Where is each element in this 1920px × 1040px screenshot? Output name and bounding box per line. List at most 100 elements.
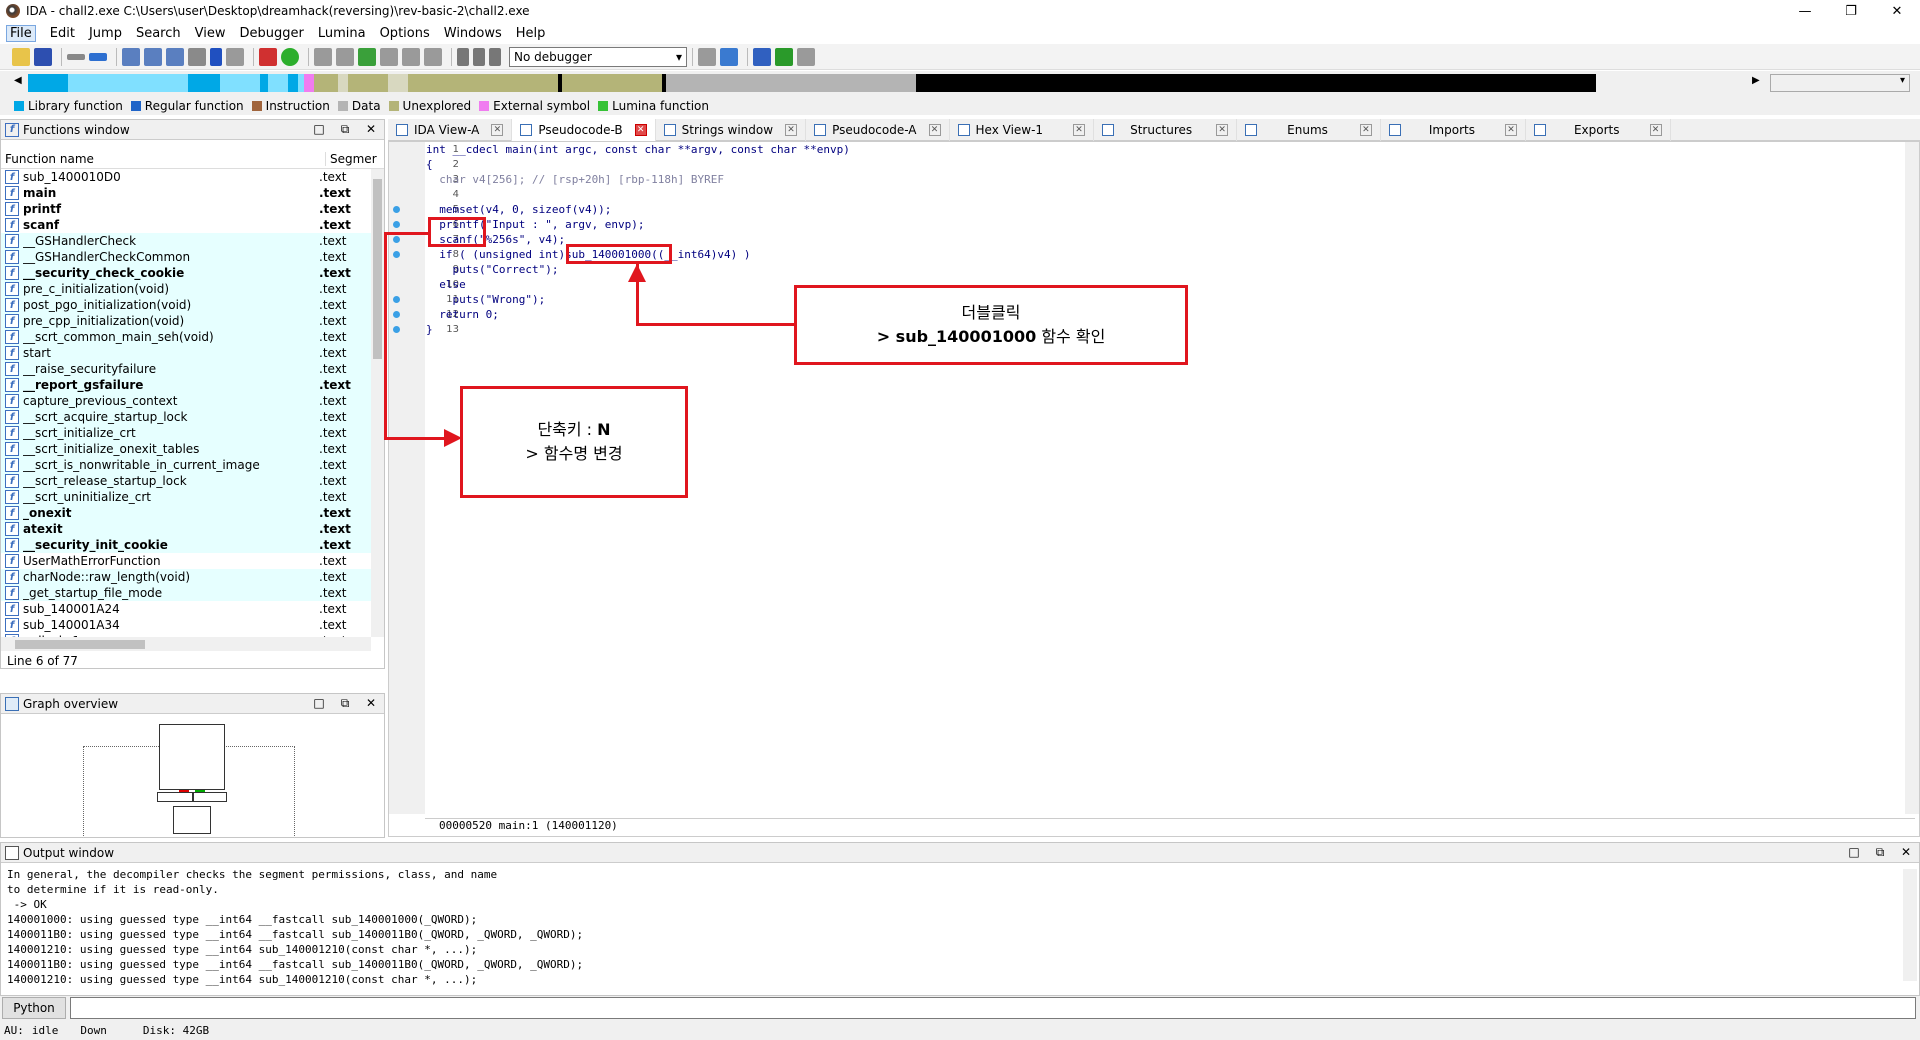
code-line[interactable]: { xyxy=(426,157,1326,172)
panel-close-button[interactable]: ✕ xyxy=(358,696,384,711)
debugger-select[interactable]: No debugger ▾ xyxy=(509,46,687,67)
patch-icon[interactable] xyxy=(380,47,398,66)
segment-icon[interactable] xyxy=(402,47,420,66)
breakpoint-dot-icon[interactable] xyxy=(393,236,400,243)
panel-restore-button[interactable]: □ xyxy=(306,696,332,711)
binary-icon[interactable] xyxy=(122,47,140,66)
menu-jump[interactable]: Jump xyxy=(89,26,122,41)
delete-breakpoint-icon[interactable] xyxy=(797,47,815,66)
forward-icon[interactable] xyxy=(89,52,107,61)
close-button[interactable]: ✕ xyxy=(1874,0,1920,22)
code-vscroll[interactable] xyxy=(1905,142,1919,814)
code-line[interactable]: int __cdecl main(int argc, const char **… xyxy=(426,142,1326,157)
nav-right-arrow-icon[interactable]: ▶ xyxy=(1752,75,1760,86)
breakpoint-dot-icon[interactable] xyxy=(393,326,400,333)
function-row[interactable]: f pre_cpp_initialization(void) .text xyxy=(1,313,371,329)
functions-vscroll[interactable] xyxy=(371,169,384,637)
menu-options[interactable]: Options xyxy=(380,26,430,41)
graph-node[interactable] xyxy=(159,724,225,790)
tab-structures[interactable]: Structures ✕ xyxy=(1094,119,1238,141)
pause-icon[interactable] xyxy=(473,47,485,66)
nav-left-arrow-icon[interactable]: ◀ xyxy=(14,75,22,86)
menu-lumina[interactable]: Lumina xyxy=(318,26,366,41)
function-row[interactable]: f printf .text xyxy=(1,201,371,217)
panel-close-button[interactable]: ✕ xyxy=(358,122,384,137)
close-icon[interactable]: ✕ xyxy=(928,124,941,136)
code-line[interactable]: if ( (unsigned int)sub_140001000((__int6… xyxy=(426,247,1326,262)
tab-exports[interactable]: Exports ✕ xyxy=(1526,119,1671,141)
function-row[interactable]: f atexit .text xyxy=(1,521,371,537)
function-row[interactable]: f __GSHandlerCheck .text xyxy=(1,233,371,249)
add-breakpoint-icon[interactable] xyxy=(775,47,793,66)
function-row[interactable]: f __scrt_uninitialize_crt .text xyxy=(1,489,371,505)
function-row[interactable]: f start .text xyxy=(1,345,371,361)
tab-imports[interactable]: Imports ✕ xyxy=(1381,119,1526,141)
immediate-search-icon[interactable] xyxy=(166,47,184,66)
panel-close-button[interactable]: ✕ xyxy=(1893,845,1919,860)
function-row[interactable]: f sub_140001A34 .text xyxy=(1,617,371,633)
menu-debugger[interactable]: Debugger xyxy=(239,26,303,41)
function-row[interactable]: f __scrt_common_main_seh(void) .text xyxy=(1,329,371,345)
code-line[interactable]: memset(v4, 0, sizeof(v4)); xyxy=(426,202,1326,217)
code-line[interactable]: scanf("%256s", v4); xyxy=(426,232,1326,247)
function-row[interactable]: f __scrt_acquire_startup_lock .text xyxy=(1,409,371,425)
breakpoint-dot-icon[interactable] xyxy=(393,296,400,303)
column-function-name[interactable]: Function name xyxy=(5,152,94,166)
python-button[interactable]: Python xyxy=(2,997,66,1019)
panel-float-button[interactable]: ⧉ xyxy=(332,122,358,137)
tab-hex-view-1[interactable]: Hex View-1 ✕ xyxy=(950,119,1095,141)
panel-float-button[interactable]: ⧉ xyxy=(1867,845,1893,860)
code-line[interactable] xyxy=(426,187,1326,202)
x-icon[interactable] xyxy=(424,47,442,66)
panel-float-button[interactable]: ⧉ xyxy=(332,696,358,711)
open-icon[interactable] xyxy=(12,47,30,66)
close-icon[interactable]: ✕ xyxy=(1073,124,1086,136)
switch-debugger-icon[interactable] xyxy=(720,47,738,66)
tab-ida-view-a[interactable]: IDA View-A ✕ xyxy=(388,119,513,141)
breakpoint-dot-icon[interactable] xyxy=(393,251,400,258)
close-icon[interactable]: ✕ xyxy=(1216,124,1229,136)
menu-view[interactable]: View xyxy=(195,26,226,41)
close-icon[interactable]: ✕ xyxy=(1504,124,1517,136)
data-icon[interactable] xyxy=(314,47,332,66)
functions-hscroll[interactable] xyxy=(1,637,371,651)
function-row[interactable]: f __scrt_initialize_onexit_tables .text xyxy=(1,441,371,457)
nav-dropdown[interactable]: ▾ xyxy=(1770,74,1910,92)
tab-strings-window[interactable]: Strings window ✕ xyxy=(656,119,807,141)
status-icon[interactable] xyxy=(281,47,299,66)
menu-search[interactable]: Search xyxy=(136,26,181,41)
struct-icon[interactable] xyxy=(336,47,354,66)
function-row[interactable]: f __raise_securityfailure .text xyxy=(1,361,371,377)
function-row[interactable]: f __security_check_cookie .text xyxy=(1,265,371,281)
code-line[interactable]: char v4[256]; // [rsp+20h] [rbp-118h] BY… xyxy=(426,172,1326,187)
output-vscroll[interactable] xyxy=(1903,869,1917,981)
stop-icon[interactable] xyxy=(489,47,501,66)
minimize-button[interactable]: — xyxy=(1782,0,1828,22)
graph-node[interactable] xyxy=(157,792,193,802)
back-icon[interactable] xyxy=(67,53,85,60)
function-row[interactable]: f capture_previous_context .text xyxy=(1,393,371,409)
close-icon[interactable]: ✕ xyxy=(785,124,798,136)
function-row[interactable]: f post_pgo_initialization(void) .text xyxy=(1,297,371,313)
function-row[interactable]: f sub_140001A24 .text xyxy=(1,601,371,617)
function-row[interactable]: f __security_init_cookie .text xyxy=(1,537,371,553)
text-search-icon[interactable] xyxy=(144,47,162,66)
menu-help[interactable]: Help xyxy=(516,26,546,41)
function-row[interactable]: f pre_c_initialization(void) .text xyxy=(1,281,371,297)
function-row[interactable]: f main .text xyxy=(1,185,371,201)
menu-edit[interactable]: Edit xyxy=(50,26,75,41)
close-icon[interactable]: ✕ xyxy=(1649,124,1662,136)
attach-icon[interactable] xyxy=(698,47,716,66)
function-row[interactable]: f __GSHandlerCheckCommon .text xyxy=(1,249,371,265)
add-icon[interactable] xyxy=(358,47,376,66)
function-row[interactable]: f scanf .text xyxy=(1,217,371,233)
breakpoint-list-icon[interactable] xyxy=(753,47,771,66)
command-input[interactable] xyxy=(70,997,1916,1019)
function-row[interactable]: f charNode::raw_length(void) .text xyxy=(1,569,371,585)
breakpoint-dot-icon[interactable] xyxy=(393,206,400,213)
panel-restore-button[interactable]: □ xyxy=(1841,845,1867,860)
function-row[interactable]: f UserMathErrorFunction .text xyxy=(1,553,371,569)
column-segment[interactable]: Segmer xyxy=(325,152,377,166)
panel-restore-button[interactable]: □ xyxy=(306,122,332,137)
menu-windows[interactable]: Windows xyxy=(444,26,502,41)
